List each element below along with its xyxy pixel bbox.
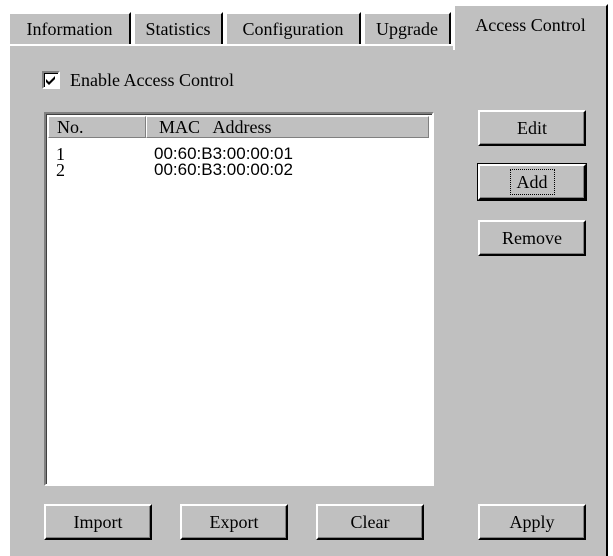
- mac-address-list[interactable]: No. MAC Address 1 00:60:B3:00:00:01 2 00…: [44, 112, 434, 486]
- tab-statistics[interactable]: Statistics: [133, 12, 223, 46]
- apply-button[interactable]: Apply: [478, 504, 586, 540]
- tab-configuration[interactable]: Configuration: [225, 12, 361, 46]
- column-header-no[interactable]: No.: [48, 116, 146, 138]
- list-header: No. MAC Address: [48, 116, 429, 138]
- edit-button[interactable]: Edit: [478, 110, 586, 146]
- row-mac-address: 00:60:B3:00:00:02: [154, 160, 293, 179]
- row-number: 2: [56, 160, 65, 180]
- access-control-panel: Enable Access Control No. MAC Address 1 …: [8, 44, 608, 556]
- tab-upgrade[interactable]: Upgrade: [363, 12, 451, 46]
- enable-access-control-checkbox[interactable]: [42, 71, 60, 89]
- column-header-mac-address[interactable]: MAC Address: [146, 116, 429, 138]
- add-button-label: Add: [509, 169, 555, 195]
- clear-button[interactable]: Clear: [316, 504, 424, 540]
- import-button[interactable]: Import: [44, 504, 152, 540]
- tab-access-control[interactable]: Access Control: [453, 4, 608, 50]
- checkmark-icon: [46, 76, 55, 85]
- tab-strip: Information Statistics Configuration Upg…: [0, 0, 613, 50]
- export-button[interactable]: Export: [180, 504, 288, 540]
- add-button[interactable]: Add: [477, 163, 587, 201]
- enable-access-control-row[interactable]: Enable Access Control: [42, 68, 234, 92]
- tab-information[interactable]: Information: [8, 12, 131, 46]
- remove-button[interactable]: Remove: [478, 220, 586, 256]
- enable-access-control-label: Enable Access Control: [70, 69, 234, 90]
